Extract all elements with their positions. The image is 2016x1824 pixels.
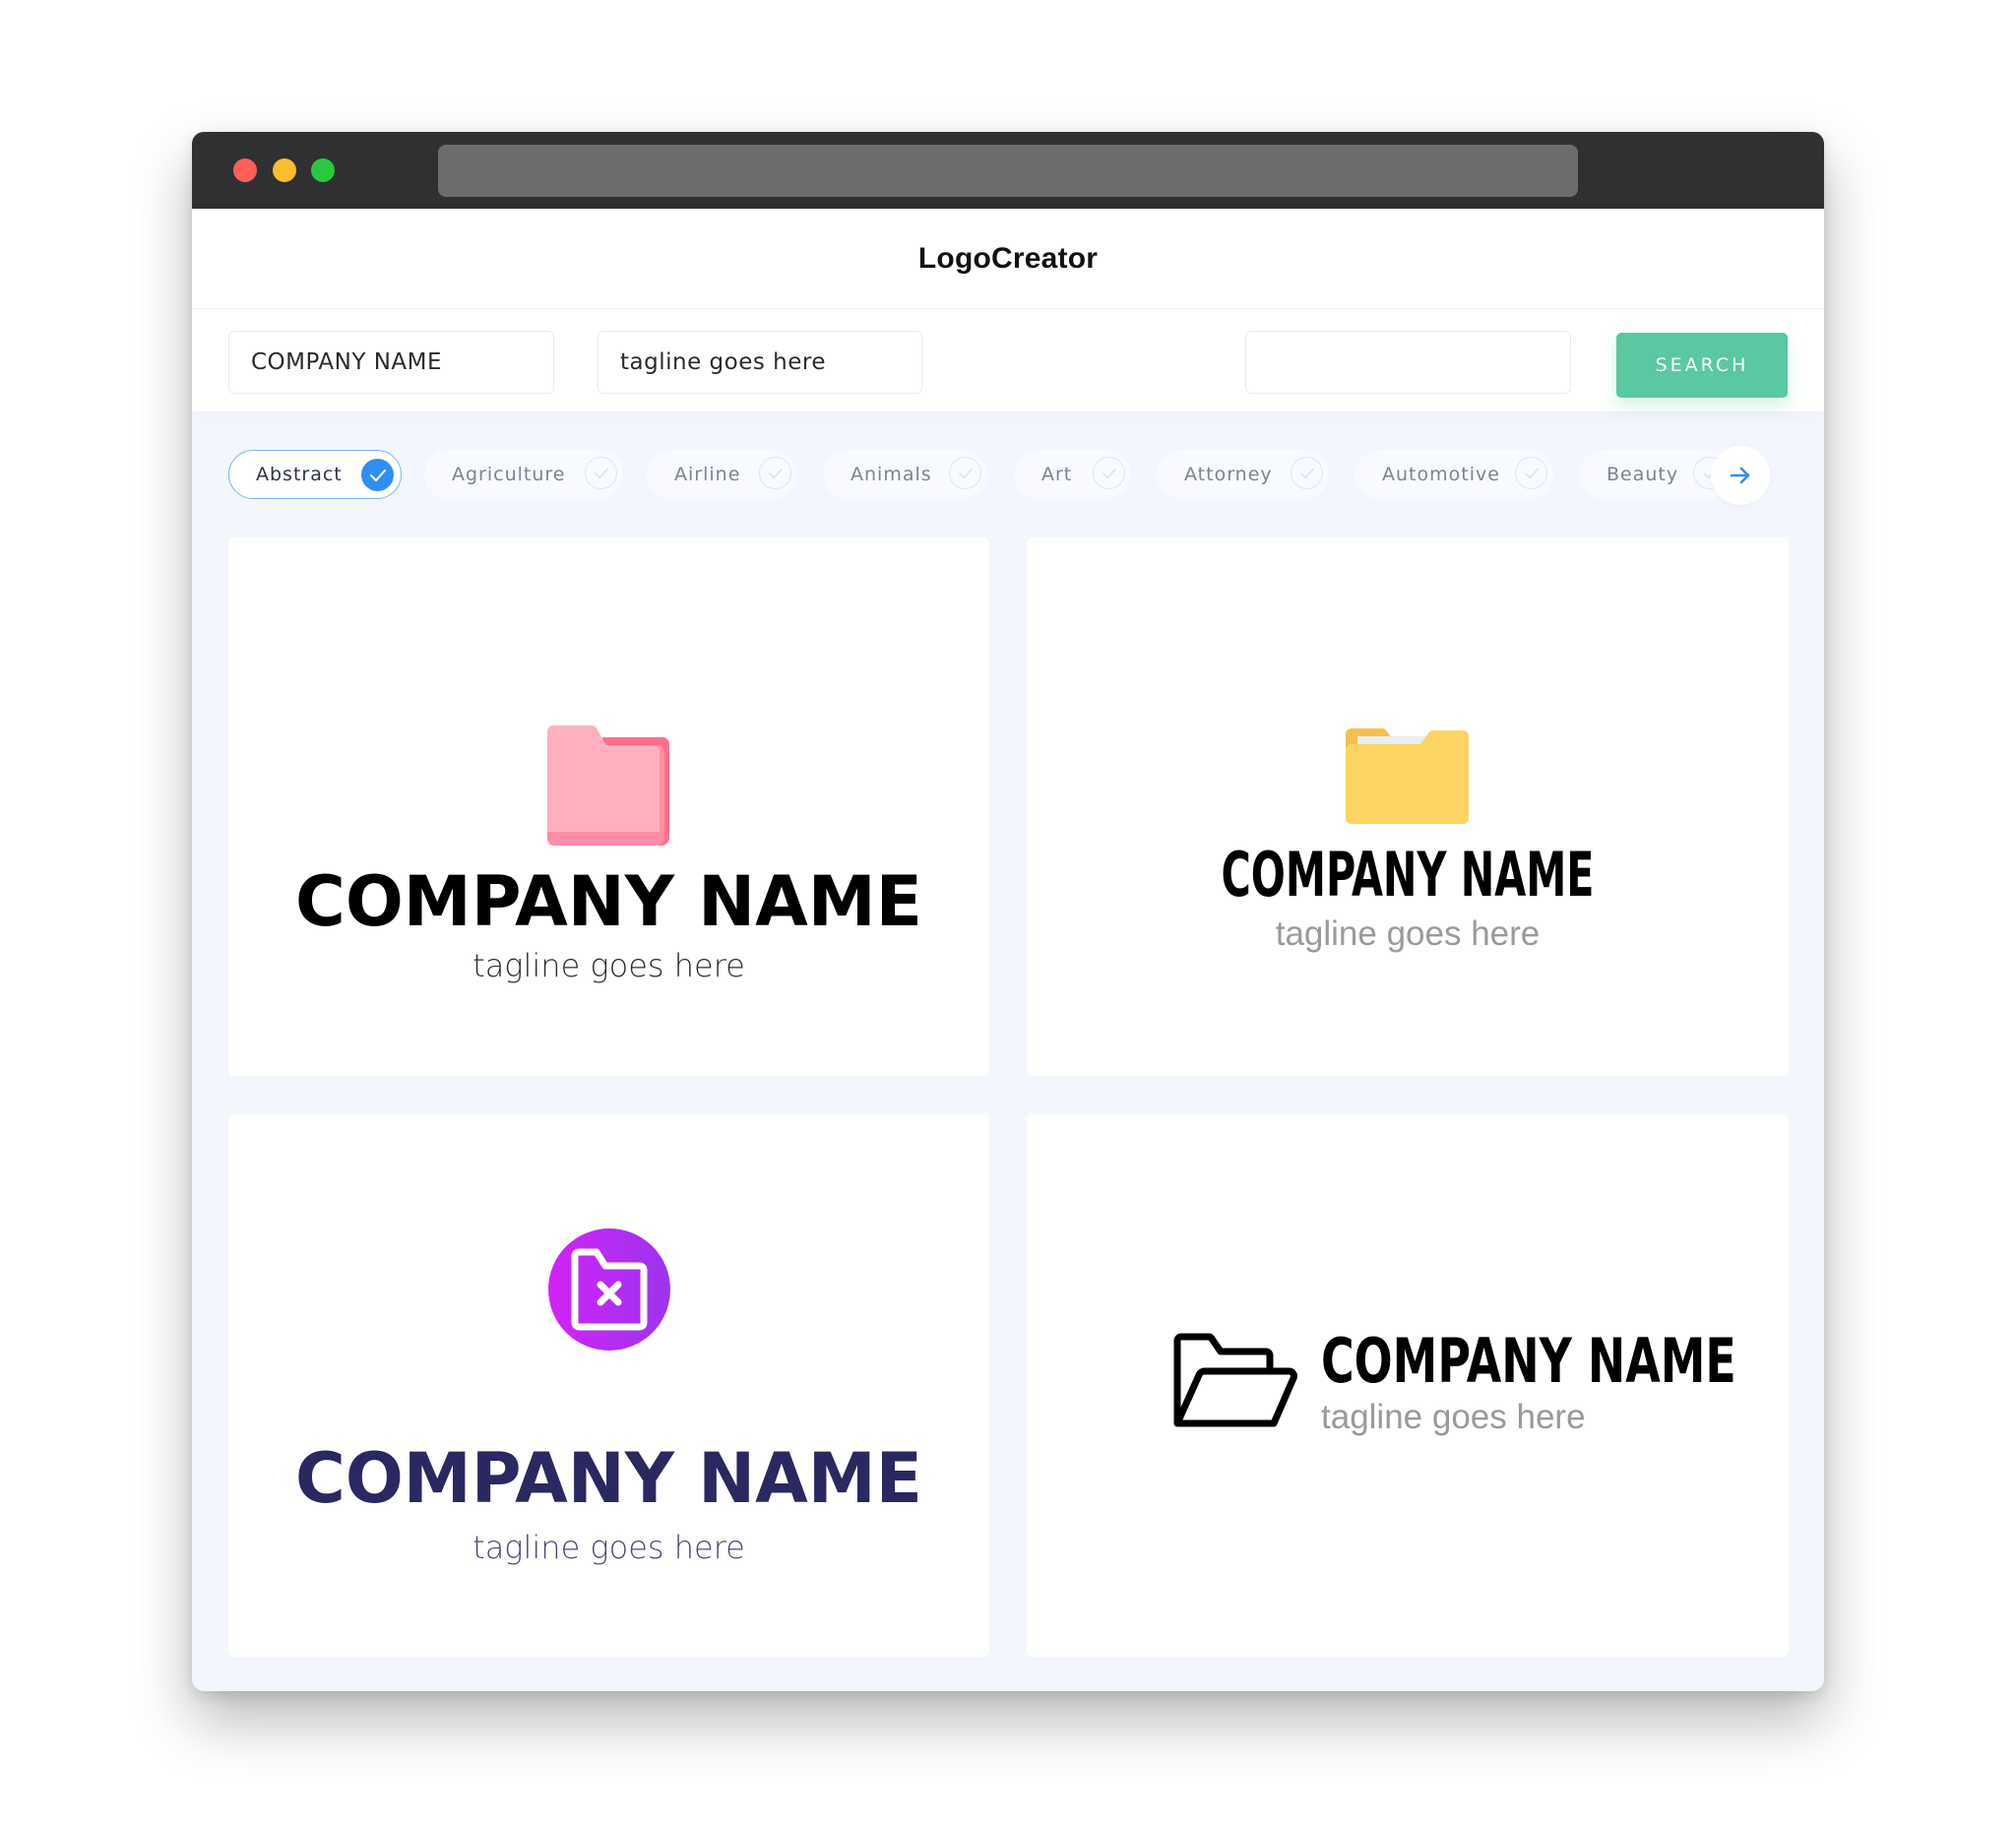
category-chip-attorney[interactable]: Attorney bbox=[1157, 450, 1329, 499]
app-logo-title[interactable]: LogoCreator bbox=[918, 242, 1098, 276]
logo-tagline: tagline goes here bbox=[472, 1529, 745, 1566]
checkmark-icon bbox=[1093, 457, 1125, 489]
category-chip-automotive[interactable]: Automotive bbox=[1354, 450, 1553, 499]
category-chip-beauty[interactable]: Beauty bbox=[1579, 450, 1732, 499]
logo-search-toolbar: SEARCH bbox=[192, 309, 1824, 411]
category-chip-label: Art bbox=[1041, 464, 1073, 485]
logo-tagline: tagline goes here bbox=[472, 947, 745, 984]
logo-card[interactable]: COMPANY NAME tagline goes here bbox=[228, 1114, 989, 1657]
logo-company-name: COMPANY NAME bbox=[294, 1438, 923, 1519]
logo-company-name: COMPANY NAME bbox=[1321, 1325, 1736, 1397]
arrow-right-icon bbox=[1730, 467, 1750, 484]
logo-company-name: COMPANY NAME bbox=[294, 861, 923, 942]
category-chip-animals[interactable]: Animals bbox=[823, 450, 987, 499]
logo-card[interactable]: COMPANY NAME tagline goes here bbox=[1027, 537, 1789, 1076]
category-chip-label: Abstract bbox=[256, 464, 343, 485]
address-bar[interactable] bbox=[438, 145, 1578, 197]
category-chip-label: Beauty bbox=[1606, 464, 1679, 485]
keyword-search-input[interactable] bbox=[1245, 331, 1571, 394]
company-name-input[interactable] bbox=[228, 331, 554, 394]
category-chip-agriculture[interactable]: Agriculture bbox=[424, 450, 623, 499]
minimize-window-button[interactable] bbox=[273, 158, 296, 182]
category-filter-bar: Abstract Agriculture Airline Animals Art bbox=[192, 427, 1824, 526]
checkmark-icon bbox=[949, 457, 981, 489]
folder-with-paper-icon bbox=[1346, 728, 1469, 824]
category-chip-label: Agriculture bbox=[452, 464, 566, 485]
logo-card[interactable]: COMPANY NAME tagline goes here bbox=[228, 537, 989, 1076]
maximize-window-button[interactable] bbox=[311, 158, 335, 182]
open-folder-icon bbox=[1173, 1333, 1297, 1427]
search-button[interactable]: SEARCH bbox=[1616, 333, 1788, 398]
category-chip-label: Automotive bbox=[1382, 464, 1500, 485]
app-header: LogoCreator bbox=[192, 209, 1824, 309]
logo-card[interactable]: COMPANY NAME tagline goes here bbox=[1027, 1114, 1789, 1657]
folder-icon bbox=[547, 725, 669, 846]
category-chip-airline[interactable]: Airline bbox=[647, 450, 797, 499]
close-window-button[interactable] bbox=[233, 158, 257, 182]
checkmark-icon bbox=[759, 457, 791, 489]
checkmark-icon bbox=[361, 459, 394, 491]
tagline-input[interactable] bbox=[598, 331, 922, 394]
checkmark-icon bbox=[1291, 457, 1323, 489]
logo-tagline: tagline goes here bbox=[1275, 914, 1541, 953]
category-chip-abstract[interactable]: Abstract bbox=[228, 450, 402, 499]
logo-company-name: COMPANY NAME bbox=[1221, 839, 1595, 911]
category-chip-label: Airline bbox=[674, 464, 741, 485]
checkmark-icon bbox=[585, 457, 617, 489]
category-chip-label: Attorney bbox=[1184, 464, 1273, 485]
checkmark-icon bbox=[1515, 457, 1547, 489]
category-chip-label: Animals bbox=[850, 464, 932, 485]
browser-window: LogoCreator SEARCH Abstract Agriculture … bbox=[192, 132, 1824, 1691]
logo-tagline: tagline goes here bbox=[1321, 1398, 1586, 1436]
title-bar bbox=[192, 132, 1824, 209]
folder-remove-icon bbox=[548, 1228, 670, 1351]
category-chip-art[interactable]: Art bbox=[1014, 450, 1131, 499]
next-categories-button[interactable] bbox=[1711, 446, 1770, 505]
